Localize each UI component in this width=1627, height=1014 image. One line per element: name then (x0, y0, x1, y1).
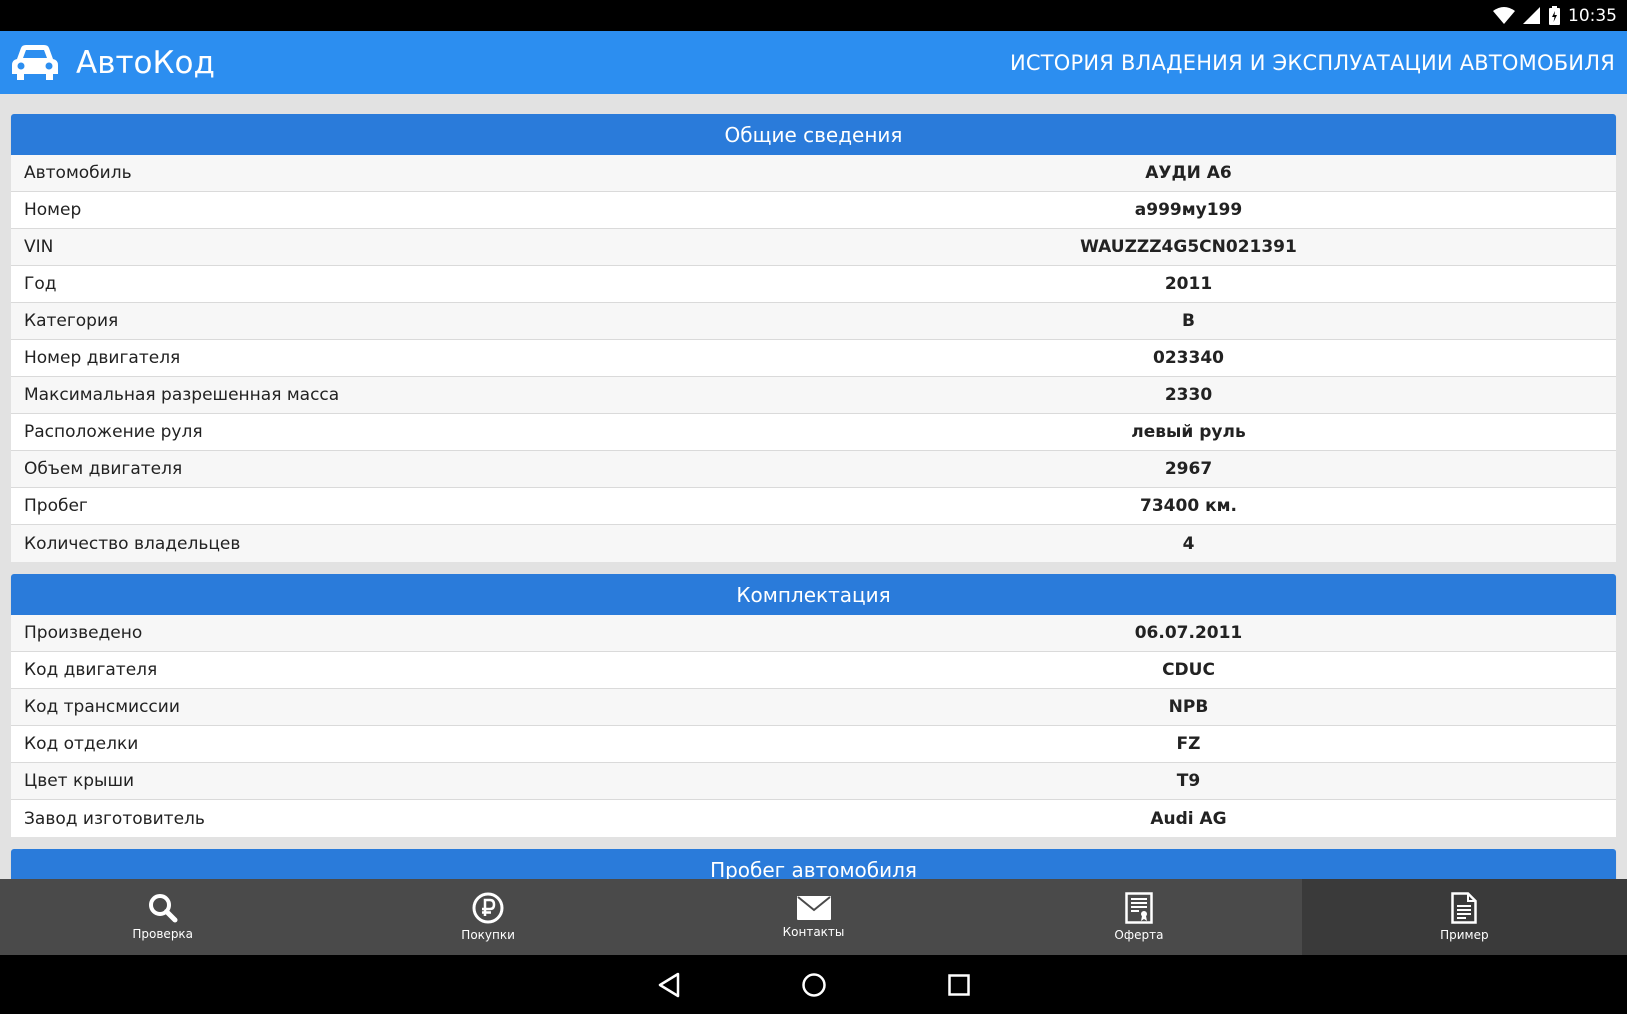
table-row: Год 2011 (11, 266, 1616, 303)
nav-label: Пример (1440, 928, 1489, 942)
row-value: 2011 (1164, 274, 1213, 294)
table-row: Произведено 06.07.2011 (11, 615, 1616, 652)
row-value: B (1182, 311, 1195, 331)
table-row: Номер двигателя 023340 (11, 340, 1616, 377)
back-icon[interactable] (657, 972, 681, 998)
row-value: 06.07.2011 (1134, 623, 1243, 643)
table-row: Код двигателя CDUC (11, 652, 1616, 689)
report-content[interactable]: Общие сведения Автомобиль АУДИ А6 Номер а9… (0, 94, 1627, 879)
table-row: Завод изготовитель Audi AG (11, 800, 1616, 837)
row-label: Объем двигателя (24, 459, 183, 479)
row-value: левый руль (1131, 422, 1246, 442)
row-value: а999му199 (1134, 200, 1243, 220)
ruble-icon (472, 892, 504, 924)
table-row: Категория B (11, 303, 1616, 340)
table-row: Автомобиль АУДИ А6 (11, 155, 1616, 192)
row-label: VIN (24, 237, 54, 257)
nav-example[interactable]: Пример (1301, 879, 1627, 955)
table-row: Цвет крыши T9 (11, 763, 1616, 800)
table-row: Пробег 73400 км. (11, 488, 1616, 525)
app-title: АвтоКод (76, 44, 215, 81)
table-row: Код трансмиссии NPB (11, 689, 1616, 726)
table-row: Количество владельцев 4 (11, 525, 1616, 562)
table-row: Код отделки FZ (11, 726, 1616, 763)
nav-contacts[interactable]: Контакты (651, 879, 976, 955)
nav-label: Покупки (461, 928, 515, 942)
nav-offer[interactable]: Оферта (976, 879, 1301, 955)
row-label: Автомобиль (24, 163, 132, 183)
row-value: 2330 (1164, 385, 1213, 405)
row-value: WAUZZZ4G5CN021391 (1080, 237, 1297, 257)
signal-icon (1523, 6, 1540, 24)
document-icon (1451, 892, 1478, 924)
row-value: 2967 (1164, 459, 1213, 479)
section-mileage: Пробег автомобиля (11, 849, 1616, 879)
equipment-table: Произведено 06.07.2011 Код двигателя CDUC … (11, 615, 1616, 837)
search-icon (148, 894, 178, 923)
bottom-nav: Проверка Покупки Контакты Оферта Пример (0, 879, 1627, 955)
section-general-info: Общие сведения Автомобиль АУДИ А6 Номер а9… (11, 114, 1616, 562)
row-value: 4 (1182, 533, 1195, 554)
section-title: Общие сведения (11, 114, 1616, 155)
row-label: Год (24, 274, 57, 294)
table-row: Номер а999му199 (11, 192, 1616, 229)
row-label: Номер (24, 200, 82, 220)
app-bar: АвтоКод ИСТОРИЯ ВЛАДЕНИЯ И ЭКСПЛУАТАЦИИ … (0, 31, 1627, 94)
row-label: Код двигателя (24, 660, 158, 680)
table-row: Расположение руля левый руль (11, 414, 1616, 451)
table-row: Объем двигателя 2967 (11, 451, 1616, 488)
car-icon (12, 43, 58, 83)
table-row: Максимальная разрешенная масса 2330 (11, 377, 1616, 414)
row-value: Audi AG (1150, 808, 1227, 829)
recents-icon[interactable] (947, 973, 971, 997)
system-nav-bar (0, 955, 1627, 1014)
table-row: VIN WAUZZZ4G5CN021391 (11, 229, 1616, 266)
row-label: Номер двигателя (24, 348, 181, 368)
clock: 10:35 (1568, 5, 1617, 26)
battery-icon (1549, 6, 1560, 25)
row-label: Код трансмиссии (24, 697, 180, 717)
status-bar: 10:35 (0, 0, 1627, 31)
row-label: Завод изготовитель (24, 808, 205, 829)
row-value: FZ (1176, 734, 1201, 754)
info-table: Автомобиль АУДИ А6 Номер а999му199 VIN WAUZ… (11, 155, 1616, 562)
row-value: CDUC (1162, 660, 1215, 680)
row-value: NPB (1168, 697, 1209, 717)
nav-purchases[interactable]: Покупки (325, 879, 650, 955)
nav-check[interactable]: Проверка (0, 879, 325, 955)
row-label: Категория (24, 311, 119, 331)
row-label: Код отделки (24, 734, 139, 754)
section-equipment: Комплектация Произведено 06.07.2011 Код д… (11, 574, 1616, 837)
app-subtitle: ИСТОРИЯ ВЛАДЕНИЯ И ЭКСПЛУАТАЦИИ АВТОМОБИ… (1009, 50, 1615, 75)
row-label: Пробег (24, 496, 88, 516)
row-label: Максимальная разрешенная масса (24, 385, 340, 405)
row-value: АУДИ А6 (1145, 163, 1232, 183)
nav-label: Оферта (1114, 928, 1164, 942)
nav-label: Проверка (132, 927, 194, 941)
nav-label: Контакты (782, 925, 845, 939)
section-title: Комплектация (11, 574, 1616, 615)
row-label: Количество владельцев (24, 533, 241, 554)
home-icon[interactable] (801, 972, 827, 998)
row-label: Произведено (24, 623, 143, 643)
row-value: 023340 (1153, 348, 1224, 368)
row-value: 73400 км. (1140, 496, 1237, 516)
certificate-icon (1125, 892, 1153, 924)
mail-icon (796, 896, 831, 920)
wifi-icon (1493, 6, 1515, 24)
row-label: Цвет крыши (24, 771, 135, 791)
row-label: Расположение руля (24, 422, 203, 442)
section-title: Пробег автомобиля (11, 849, 1616, 879)
row-value: T9 (1176, 771, 1201, 791)
